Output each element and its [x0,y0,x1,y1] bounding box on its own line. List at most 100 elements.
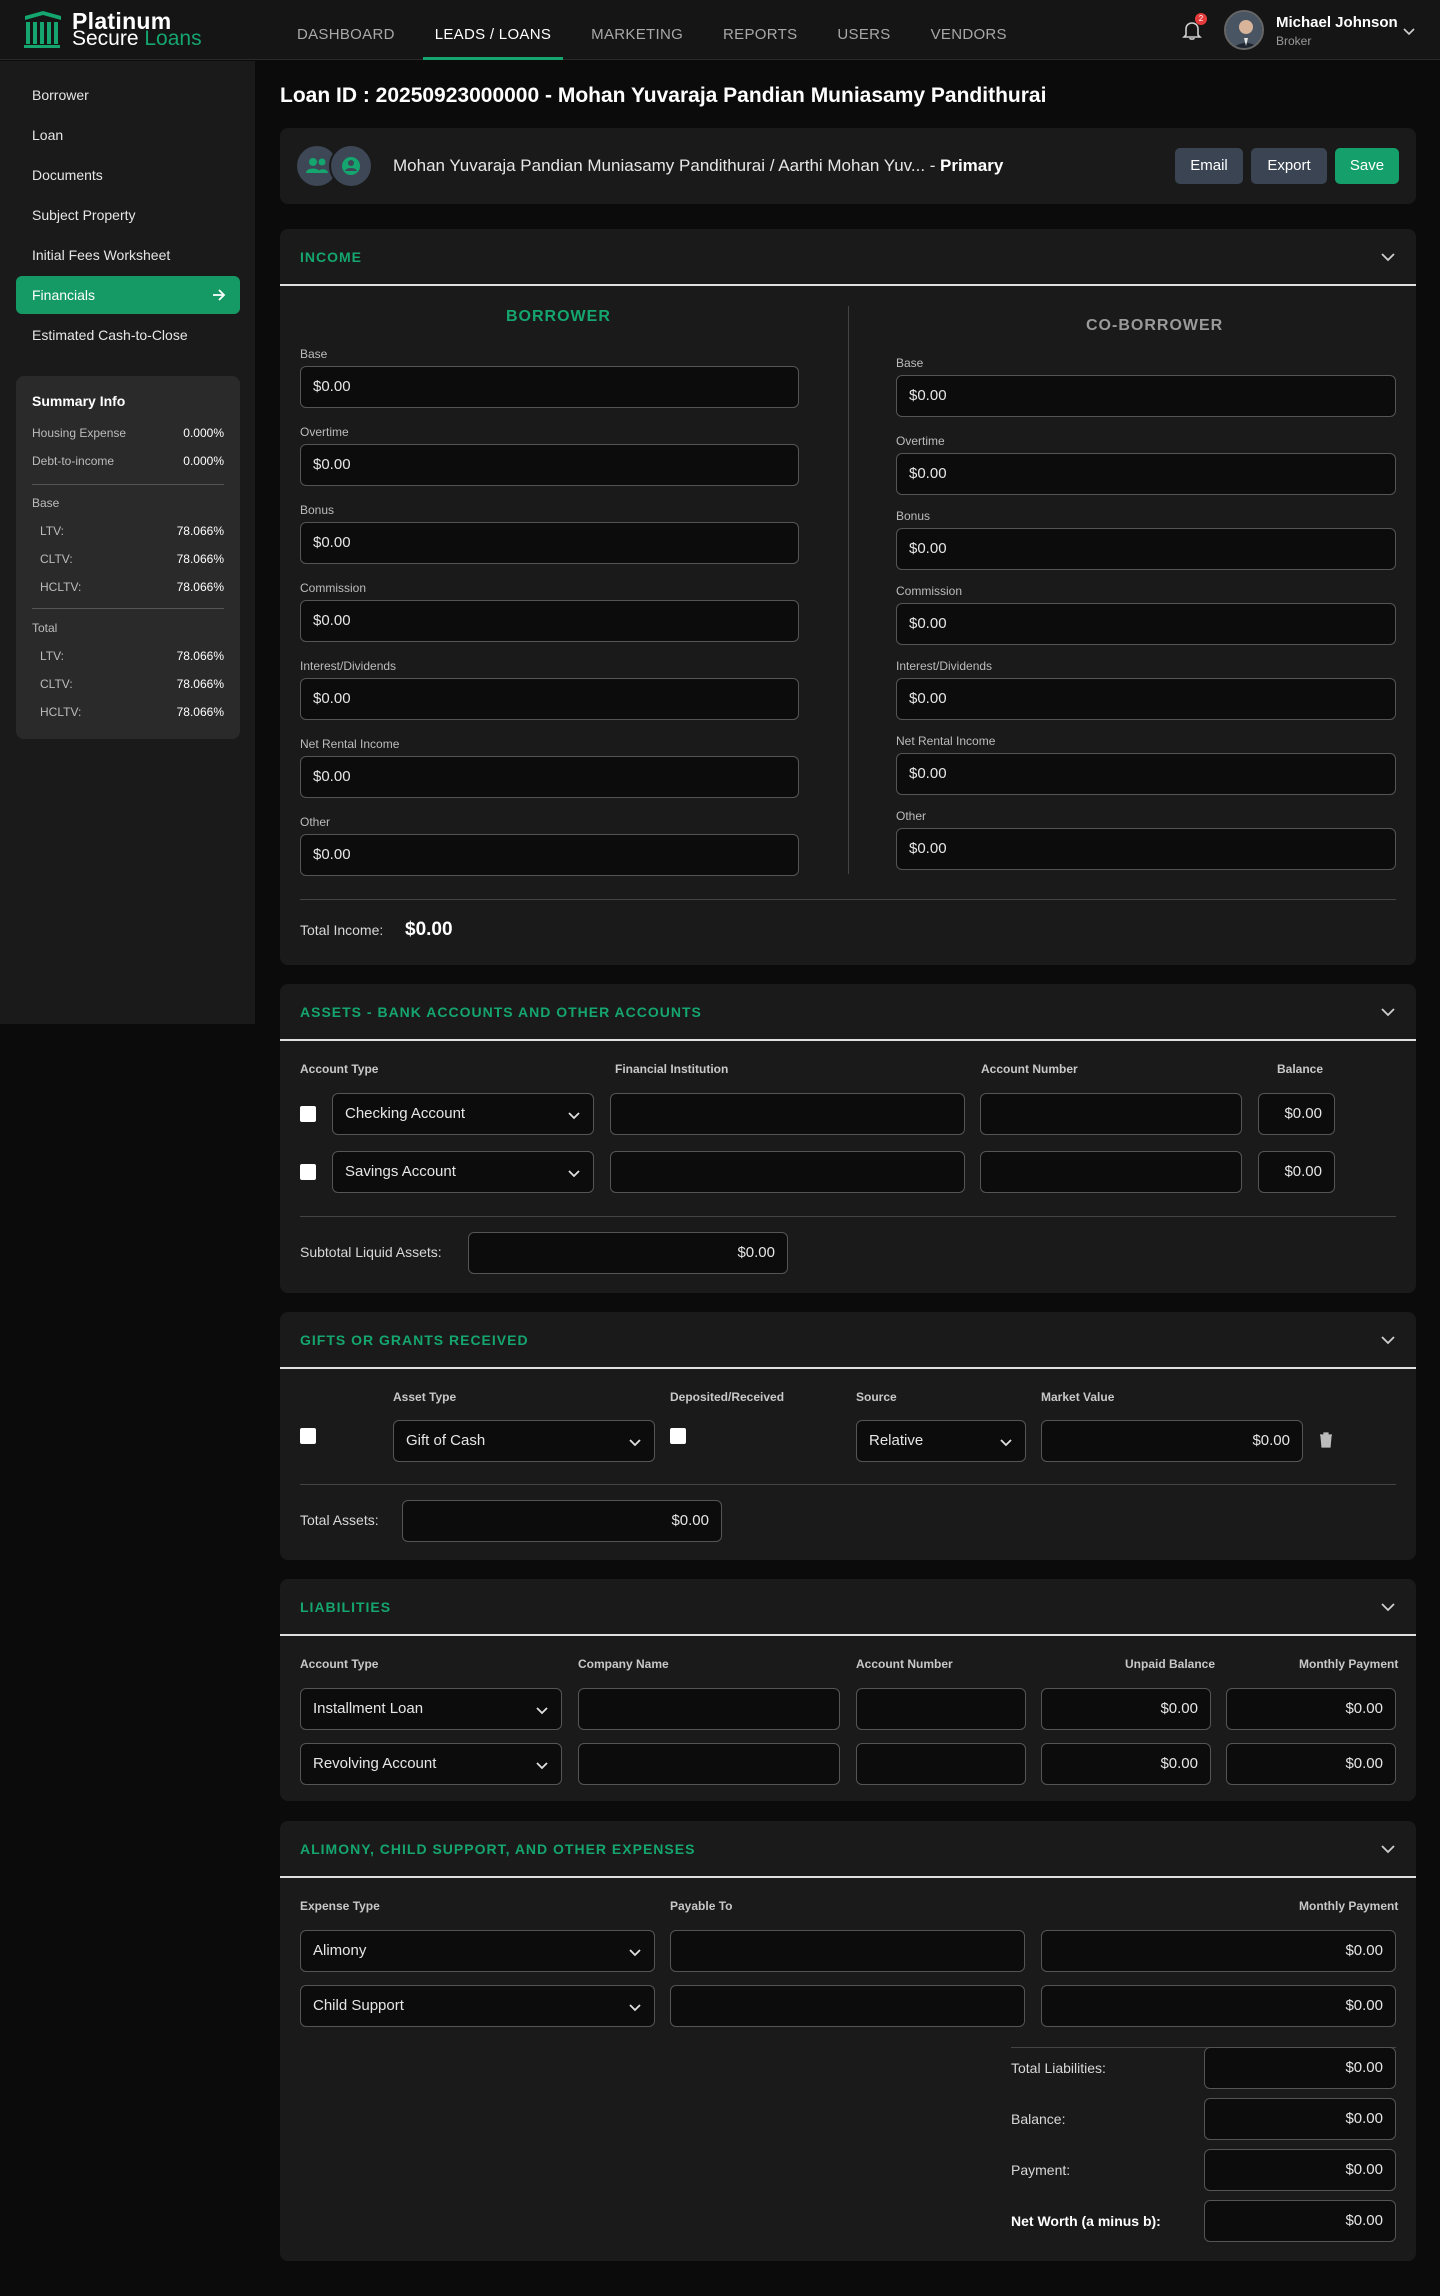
account-type-select[interactable]: Checking Account [332,1093,594,1135]
monthly-payment-input[interactable]: $0.00 [1041,1930,1396,1972]
liability-type-select[interactable]: Installment Loan [300,1688,562,1730]
section-divider [280,1367,1416,1369]
sidebar-item-documents[interactable]: Documents [16,156,240,194]
summary-total-cltv: CLTV: 78.066% [40,677,224,691]
borrower-other-input[interactable]: $0.00 [300,834,799,876]
company-name-input[interactable] [578,1743,840,1785]
deposited-checkbox[interactable] [670,1428,686,1444]
company-name-input[interactable] [578,1688,840,1730]
commission-label: Commission [896,584,963,598]
row-checkbox[interactable] [300,1428,316,1444]
balance-input[interactable]: $0.00 [1258,1093,1335,1135]
email-button[interactable]: Email [1175,148,1243,184]
col-market-value: Market Value [1041,1390,1115,1404]
sidebar-item-financials[interactable]: Financials [16,276,240,314]
sidebar-item-initial-fees-worksheet[interactable]: Initial Fees Worksheet [16,236,240,274]
chevron-down-icon[interactable] [1380,1004,1396,1020]
notification-badge: 2 [1195,13,1207,25]
chevron-down-icon [629,1949,641,1957]
assets-title: ASSETS - BANK ACCOUNTS AND OTHER ACCOUNT… [300,1004,702,1020]
coborrower-other-input[interactable]: $0.00 [896,828,1396,870]
logo-icon [24,11,61,48]
chevron-down-icon[interactable] [1380,1599,1396,1615]
total-income-label: Total Income: [300,922,384,938]
total-liabilities-input[interactable]: $0.00 [1204,2047,1396,2089]
payable-to-input[interactable] [670,1985,1025,2027]
chevron-down-icon [629,1439,641,1447]
coborrower-overtime-input[interactable]: $0.00 [896,453,1396,495]
monthly-payment-input[interactable]: $0.00 [1226,1743,1396,1785]
save-button[interactable]: Save [1335,148,1399,184]
coborrower-base-input[interactable]: $0.00 [896,375,1396,417]
nav-vendors[interactable]: VENDORS [919,0,1019,60]
coborrower-commission-input[interactable]: $0.00 [896,603,1396,645]
summary-base-hcltv: HCLTV: 78.066% [40,580,224,594]
market-value-input[interactable]: $0.00 [1041,1420,1303,1462]
unpaid-balance-input[interactable]: $0.00 [1041,1688,1211,1730]
source-select[interactable]: Relative [856,1420,1026,1462]
total-liabilities-label: Total Liabilities: [1011,2060,1106,2076]
gifts-title: GIFTS OR GRANTS RECEIVED [300,1332,529,1348]
account-type-select[interactable]: Savings Account [332,1151,594,1193]
unpaid-balance-input[interactable]: $0.00 [1041,1743,1211,1785]
nav-leads-loans[interactable]: LEADS / LOANS [422,0,564,60]
nav-dashboard[interactable]: DASHBOARD [285,0,407,60]
chevron-down-icon[interactable] [1402,24,1416,38]
trash-icon[interactable] [1319,1432,1333,1448]
monthly-payment-input[interactable]: $0.00 [1041,1985,1396,2027]
payment-input[interactable]: $0.00 [1204,2149,1396,2191]
coborrower-net-rental-input[interactable]: $0.00 [896,753,1396,795]
borrower-commission-input[interactable]: $0.00 [300,600,799,642]
sidebar-item-loan[interactable]: Loan [16,116,240,154]
chevron-down-icon[interactable] [1380,1332,1396,1348]
summary-title: Summary Info [32,393,126,409]
avatar[interactable] [1224,10,1264,50]
net-worth-input[interactable]: $0.00 [1204,2200,1396,2242]
expense-type-select[interactable]: Child Support [300,1985,655,2027]
nav-users[interactable]: USERS [825,0,902,60]
borrower-net-rental-input[interactable]: $0.00 [300,756,799,798]
nav-reports[interactable]: REPORTS [711,0,809,60]
sidebar-item-subject-property[interactable]: Subject Property [16,196,240,234]
subtotal-liquid-assets-input[interactable]: $0.00 [468,1232,788,1274]
balance-input[interactable]: $0.00 [1258,1151,1335,1193]
col-monthly-payment: Monthly Payment [1299,1899,1399,1913]
col-expense-type: Expense Type [300,1899,380,1913]
chevron-down-icon[interactable] [1380,1841,1396,1857]
coborrower-interest-input[interactable]: $0.00 [896,678,1396,720]
summary-total-heading: Total [32,621,58,635]
expense-type-select[interactable]: Alimony [300,1930,655,1972]
account-number-input[interactable] [856,1743,1026,1785]
account-number-input[interactable] [980,1151,1242,1193]
logo[interactable]: Platinum Secure Loans [22,10,202,50]
total-assets-input[interactable]: $0.00 [402,1500,722,1542]
sidebar-item-borrower[interactable]: Borrower [16,76,240,114]
borrower-interest-input[interactable]: $0.00 [300,678,799,720]
payable-to-input[interactable] [670,1930,1025,1972]
assets-section: ASSETS - BANK ACCOUNTS AND OTHER ACCOUNT… [280,984,1416,1293]
summary-housing-value: 0.000% [183,426,224,440]
row-checkbox[interactable] [300,1164,316,1180]
liability-type-select[interactable]: Revolving Account [300,1743,562,1785]
overtime-label: Overtime [896,434,945,448]
sidebar-item-estimated-cash-to-close[interactable]: Estimated Cash-to-Close [16,316,240,354]
balance-input[interactable]: $0.00 [1204,2098,1396,2140]
financial-institution-input[interactable] [610,1151,965,1193]
account-number-input[interactable] [856,1688,1026,1730]
select-value: Checking Account [345,1105,466,1122]
borrower-base-input[interactable]: $0.00 [300,366,799,408]
financial-institution-input[interactable] [610,1093,965,1135]
user-circle-icon [329,144,373,188]
asset-type-select[interactable]: Gift of Cash [393,1420,655,1462]
summary-dti-row: Debt-to-income 0.000% [32,454,224,468]
coborrower-bonus-input[interactable]: $0.00 [896,528,1396,570]
borrower-bonus-input[interactable]: $0.00 [300,522,799,564]
borrower-overtime-input[interactable]: $0.00 [300,444,799,486]
summary-total-hcltv: HCLTV: 78.066% [40,705,224,719]
chevron-down-icon[interactable] [1380,249,1396,265]
account-number-input[interactable] [980,1093,1242,1135]
row-checkbox[interactable] [300,1106,316,1122]
nav-marketing[interactable]: MARKETING [579,0,695,60]
monthly-payment-input[interactable]: $0.00 [1226,1688,1396,1730]
export-button[interactable]: Export [1251,148,1327,184]
